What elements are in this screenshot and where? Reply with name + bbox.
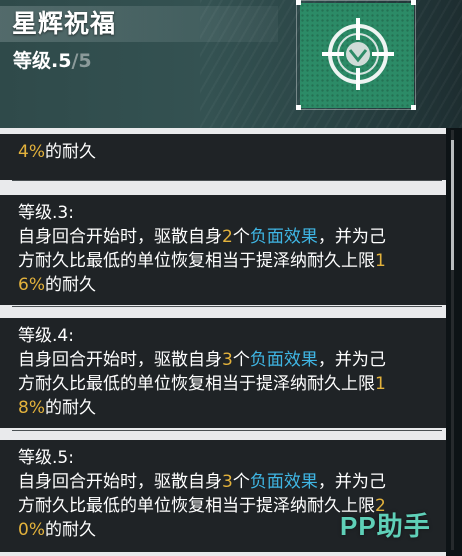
divider (12, 430, 442, 431)
entry-text: ，并为己 (317, 472, 386, 492)
level-prefix: 等级. (13, 50, 59, 72)
entry-text: 个 (232, 227, 250, 247)
entry-num: 8% (18, 398, 45, 418)
entry-text: 个 (232, 350, 250, 370)
entry-text: 方耐久比最低的单位恢复相当于提泽纳耐久上限 (18, 251, 375, 271)
entry-num: 3 (222, 472, 233, 492)
level-entry: 等级.3: 自身回合开始时，驱散自身2个负面效果，并为己 方耐久比最低的单位恢复… (0, 195, 446, 305)
entry-num: 6% (18, 275, 45, 295)
entry-line: 方耐久比最低的单位恢复相当于提泽纳耐久上限1 (18, 249, 434, 273)
entry-text: ，并为己 (317, 227, 386, 247)
watermark-logo: PP助手 (340, 508, 431, 544)
negative-effect-link[interactable]: 负面效果 (250, 472, 318, 492)
watermark-cjk: 助手 (376, 512, 431, 542)
level-current: 5 (58, 50, 72, 72)
skill-header: 星辉祝福 等级.5/5 (0, 0, 462, 128)
corner-dot (296, 0, 301, 5)
divider (12, 306, 442, 307)
entry-line: 自身回合开始时，驱散自身2个负面效果，并为己 (18, 225, 434, 249)
entry-line: 自身回合开始时，驱散自身3个负面效果，并为己 (18, 470, 434, 494)
entry-heading: 等级.3: (18, 203, 74, 223)
entry-num: 4% (18, 142, 45, 162)
entry-text: 的耐久 (44, 142, 96, 162)
entry-heading: 等级.4: (18, 326, 74, 346)
entry-text: ，并为己 (317, 350, 386, 370)
skill-level: 等级.5/5 (13, 48, 92, 74)
scrollbar-thumb[interactable] (451, 140, 454, 270)
corner-dot (411, 105, 416, 110)
entry-text: 自身回合开始时，驱散自身 (18, 350, 222, 370)
watermark-latin: PP (340, 511, 377, 541)
divider (12, 180, 442, 181)
entry-text: 自身回合开始时，驱散自身 (18, 227, 222, 247)
corner-dot (411, 0, 416, 5)
entry-text: 的耐久 (44, 520, 96, 540)
entry-heading: 等级.5: (18, 448, 74, 468)
level-entry: 等级.4: 自身回合开始时，驱散自身3个负面效果，并为己 方耐久比最低的单位恢复… (0, 318, 446, 428)
crosshair-emblem-icon (322, 18, 394, 90)
negative-effect-link[interactable]: 负面效果 (250, 227, 318, 247)
corner-dot (296, 105, 301, 110)
entry-num: 1 (375, 251, 386, 271)
entry-line: 自身回合开始时，驱散自身3个负面效果，并为己 (18, 348, 434, 372)
entry-num: 1 (375, 374, 386, 394)
level-max: 5 (78, 50, 92, 72)
skill-title: 星辉祝福 (12, 9, 117, 38)
entry-text: 方耐久比最低的单位恢复相当于提泽纳耐久上限 (18, 496, 375, 516)
entry-num: 0% (18, 520, 45, 540)
entry-text: 个 (232, 472, 250, 492)
entry-line: 8%的耐久 (18, 396, 434, 420)
entry-line: 4%的耐久 (18, 140, 434, 164)
entry-text: 自身回合开始时，驱散自身 (18, 472, 222, 492)
entry-text: 的耐久 (44, 398, 96, 418)
entry-text: 的耐久 (44, 275, 96, 295)
entry-num: 2 (222, 227, 233, 247)
entry-line: 方耐久比最低的单位恢复相当于提泽纳耐久上限1 (18, 372, 434, 396)
entry-num: 3 (222, 350, 233, 370)
negative-effect-link[interactable]: 负面效果 (250, 350, 318, 370)
level-entry: 4%的耐久 (0, 134, 446, 180)
entry-line: 6%的耐久 (18, 273, 434, 297)
entry-text: 方耐久比最低的单位恢复相当于提泽纳耐久上限 (18, 374, 375, 394)
